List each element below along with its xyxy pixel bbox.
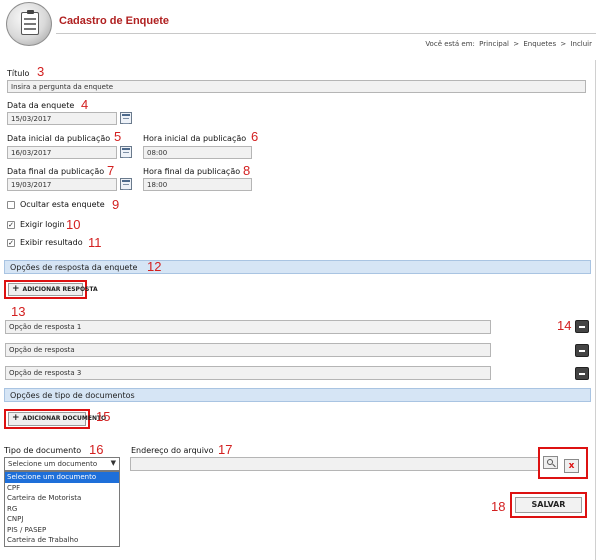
data-inicial-input[interactable]: 16/03/2017 xyxy=(7,146,117,159)
dropdown-option[interactable]: Carteira de Trabalho xyxy=(5,535,119,546)
dropdown-option[interactable]: CPF xyxy=(5,483,119,494)
minus-icon[interactable] xyxy=(575,320,589,333)
caret-down-icon: ▼ xyxy=(110,459,116,467)
page-title: Cadastro de Enquete xyxy=(59,15,170,27)
add-documento-button[interactable]: + ADICIONAR DOCUMENTO xyxy=(8,412,106,426)
annotation-18: 18 xyxy=(491,499,506,514)
dropdown-option[interactable]: Carteira de Motorista xyxy=(5,493,119,504)
add-resposta-button[interactable]: + ADICIONAR RESPOSTA xyxy=(8,283,98,296)
dropdown-option[interactable]: Selecione um documento xyxy=(5,472,119,483)
annotation-17: 17 xyxy=(218,442,233,457)
data-final-label: Data final da publicação xyxy=(7,167,105,176)
annotation-11: 11 xyxy=(88,235,102,250)
annotation-9: 9 xyxy=(112,197,120,212)
resposta-input-1[interactable]: Opção de resposta 1 xyxy=(5,320,491,334)
header-divider xyxy=(56,33,596,34)
breadcrumb-separator: > xyxy=(513,40,520,48)
documentos-section-header: Opções de tipo de documentos xyxy=(4,388,591,402)
tipo-documento-select[interactable]: Selecione um documento ▼ xyxy=(4,457,120,471)
resposta-input-3[interactable]: Opção de resposta 3 xyxy=(5,366,491,380)
exibir-resultado-checkbox[interactable]: ✓ xyxy=(7,239,15,247)
annotation-16: 16 xyxy=(89,442,104,457)
annotation-12: 12 xyxy=(147,259,162,274)
annotation-8: 8 xyxy=(243,163,251,178)
plus-icon: + xyxy=(12,413,20,423)
add-resposta-label: ADICIONAR RESPOSTA xyxy=(22,286,98,293)
titulo-label: Título xyxy=(7,69,30,78)
annotation-5: 5 xyxy=(114,129,122,144)
annotation-3: 3 xyxy=(37,64,45,79)
breadcrumb-separator: > xyxy=(560,40,567,48)
minus-icon[interactable] xyxy=(575,367,589,380)
breadcrumb-prefix: Você está em: xyxy=(425,40,475,48)
add-documento-label: ADICIONAR DOCUMENTO xyxy=(22,415,107,422)
annotation-13: 13 xyxy=(11,304,26,319)
resposta-input-2[interactable]: Opção de resposta xyxy=(5,343,491,357)
endereco-arquivo-label: Endereço do arquivo xyxy=(131,446,214,455)
respostas-section-header: Opções de resposta da enquete xyxy=(4,260,591,274)
endereco-arquivo-input[interactable] xyxy=(130,457,540,471)
plus-icon: + xyxy=(12,284,20,294)
annotation-14: 14 xyxy=(557,318,572,333)
hora-final-label: Hora final da publicação xyxy=(143,167,241,176)
documentos-section-title: Opções de tipo de documentos xyxy=(10,391,135,400)
dropdown-option[interactable]: CNPJ xyxy=(5,514,119,525)
breadcrumb-link-enquetes[interactable]: Enquetes xyxy=(523,40,556,48)
tipo-documento-selected: Selecione um documento xyxy=(8,460,98,468)
annotation-10: 10 xyxy=(66,217,81,232)
minus-icon[interactable] xyxy=(575,344,589,357)
tipo-documento-label: Tipo de documento xyxy=(4,446,82,455)
breadcrumb-link-principal[interactable]: Principal xyxy=(479,40,509,48)
clipboard-icon xyxy=(6,2,52,46)
titulo-input[interactable]: Insira a pergunta da enquete xyxy=(7,80,586,93)
calendar-icon[interactable] xyxy=(120,112,132,124)
hora-inicial-label: Hora inicial da publicação xyxy=(143,134,247,143)
ocultar-label: Ocultar esta enquete xyxy=(20,200,105,209)
save-button[interactable]: SALVAR xyxy=(515,497,582,513)
exibir-resultado-label: Exibir resultado xyxy=(20,238,83,247)
tipo-documento-dropdown: Selecione um documento CPF Carteira de M… xyxy=(4,471,120,547)
data-enquete-input[interactable]: 15/03/2017 xyxy=(7,112,117,125)
calendar-icon[interactable] xyxy=(120,146,132,158)
ocultar-checkbox[interactable] xyxy=(7,201,15,209)
scrollbar-track[interactable] xyxy=(595,60,596,560)
dropdown-option[interactable]: RG xyxy=(5,504,119,515)
exigir-login-label: Exigir login xyxy=(20,220,65,229)
annotation-4: 4 xyxy=(81,97,89,112)
exigir-login-checkbox[interactable]: ✓ xyxy=(7,221,15,229)
hora-final-input[interactable]: 18:00 xyxy=(143,178,252,191)
close-x-icon[interactable]: x xyxy=(564,459,579,473)
magnifier-icon[interactable] xyxy=(543,456,558,469)
breadcrumb: Você está em: Principal > Enquetes > Inc… xyxy=(424,40,593,48)
respostas-section-title: Opções de resposta da enquete xyxy=(10,263,138,272)
data-inicial-label: Data inicial da publicação xyxy=(7,134,111,143)
hora-inicial-input[interactable]: 08:00 xyxy=(143,146,252,159)
data-final-input[interactable]: 19/03/2017 xyxy=(7,178,117,191)
dropdown-option[interactable]: PIS / PASEP xyxy=(5,525,119,536)
calendar-icon[interactable] xyxy=(120,178,132,190)
annotation-15: 15 xyxy=(96,409,111,424)
annotation-7: 7 xyxy=(107,163,115,178)
breadcrumb-current: Incluir xyxy=(570,40,592,48)
data-enquete-label: Data da enquete xyxy=(7,101,75,110)
annotation-6: 6 xyxy=(251,129,259,144)
